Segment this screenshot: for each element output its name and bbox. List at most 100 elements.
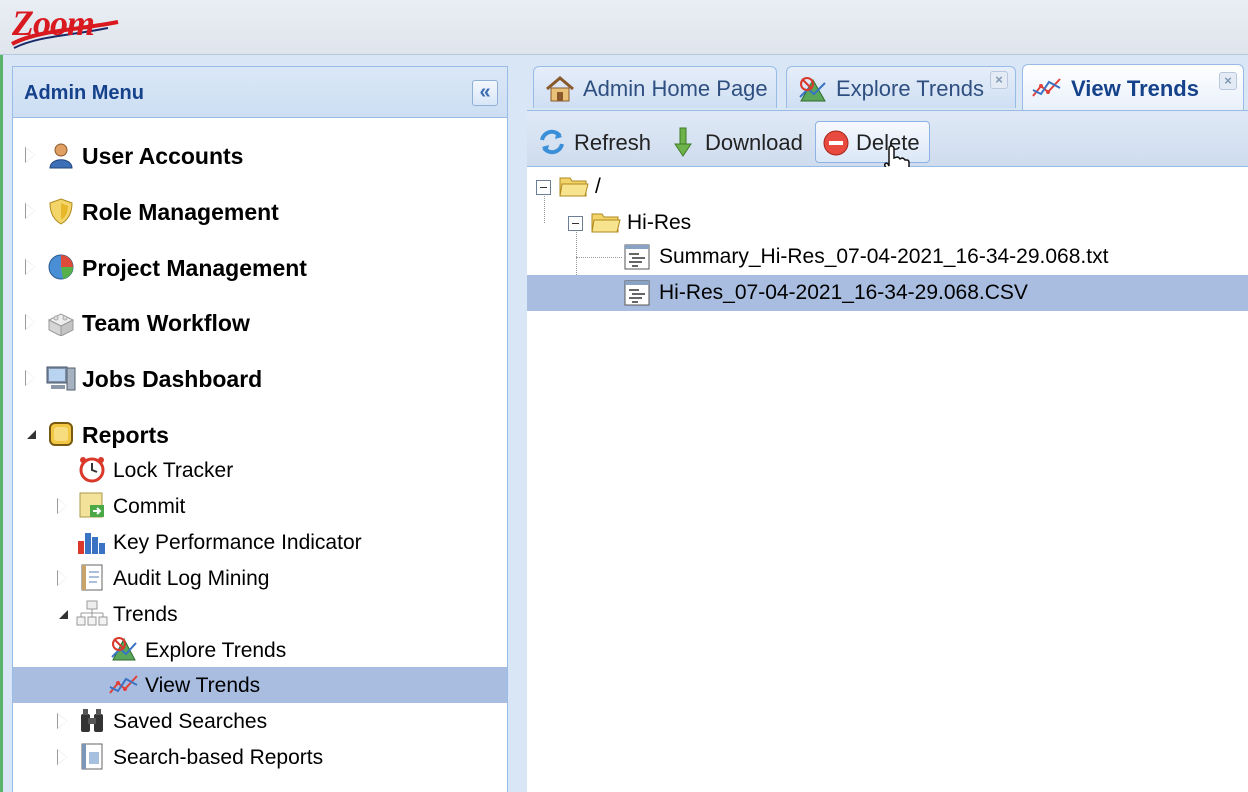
menu-item-user-accounts[interactable]: User Accounts xyxy=(13,137,507,173)
collapse-arrow-icon[interactable] xyxy=(25,428,37,440)
expand-arrow-icon[interactable] xyxy=(57,749,69,765)
expand-arrow-icon[interactable] xyxy=(25,259,37,275)
menu-item-label: Search-based Reports xyxy=(113,746,324,769)
admin-menu-panel: Admin Menu « User Accounts Role Manageme… xyxy=(12,66,508,792)
download-button[interactable]: Download xyxy=(667,121,809,163)
menu-item-label: Explore Trends xyxy=(145,639,287,662)
menu-item-saved-searches[interactable]: Saved Searches xyxy=(13,703,507,739)
app-header: Zoom xyxy=(0,0,1248,55)
folder-open-icon xyxy=(559,177,589,197)
pie-chart-icon xyxy=(48,254,74,280)
menu-item-label: Trends xyxy=(113,603,178,626)
menu-item-label: Key Performance Indicator xyxy=(113,531,362,554)
tab-admin-home-page[interactable]: Admin Home Page xyxy=(533,66,777,108)
tab-label: Admin Home Page xyxy=(583,76,768,101)
expand-arrow-icon[interactable] xyxy=(25,370,37,386)
app-logo[interactable]: Zoom xyxy=(8,0,128,54)
tree-node-label: Summary_Hi-Res_07-04-2021_16-34-29.068.t… xyxy=(659,245,1109,268)
menu-item-label: Project Management xyxy=(82,255,307,281)
admin-menu-title: Admin Menu xyxy=(24,82,144,104)
expand-arrow-icon[interactable] xyxy=(25,314,37,330)
collapse-arrow-icon[interactable] xyxy=(57,608,69,620)
menu-item-explore-trends[interactable]: Explore Trends xyxy=(13,632,507,668)
collapse-panel-button[interactable]: « xyxy=(472,80,498,106)
tree-node-file-selected[interactable]: Hi-Res_07-04-2021_16-34-29.068.CSV xyxy=(527,275,1248,311)
collapse-node-icon[interactable] xyxy=(536,180,551,195)
menu-item-label: Team Workflow xyxy=(82,310,250,336)
binoculars-icon xyxy=(81,709,103,732)
commit-icon xyxy=(79,492,104,518)
refresh-icon xyxy=(540,129,564,155)
expand-arrow-icon[interactable] xyxy=(25,203,37,219)
tree-node-label: / xyxy=(595,175,601,198)
menu-item-key-performance-indicator[interactable]: Key Performance Indicator xyxy=(13,524,507,560)
menu-item-label: View Trends xyxy=(145,674,261,697)
admin-menu-header: Admin Menu « xyxy=(13,67,507,118)
trends-icon xyxy=(76,600,108,626)
alarm-clock-icon xyxy=(79,457,105,483)
collapse-node-icon[interactable] xyxy=(568,216,583,231)
expand-arrow-icon[interactable] xyxy=(57,713,69,729)
menu-item-team-workflow[interactable]: Team Workflow xyxy=(13,304,507,340)
tree-node-file[interactable]: Summary_Hi-Res_07-04-2021_16-34-29.068.t… xyxy=(527,239,1248,275)
close-icon[interactable]: × xyxy=(990,71,1008,89)
menu-item-label: User Accounts xyxy=(82,143,244,169)
file-toolbar: Refresh Download Delete xyxy=(527,110,1248,179)
menu-item-label: Commit xyxy=(113,495,186,518)
menu-item-search-based-reports[interactable]: Search-based Reports xyxy=(13,739,507,775)
tree-node-root[interactable]: / xyxy=(527,169,1248,205)
menu-item-reports[interactable]: Reports xyxy=(13,416,507,452)
menu-item-jobs-dashboard[interactable]: Jobs Dashboard xyxy=(13,360,507,396)
tab-explore-trends[interactable]: Explore Trends × xyxy=(786,66,1016,108)
tab-strip: Admin Home Page Explore Trends × View Tr… xyxy=(527,62,1248,110)
menu-item-label: Jobs Dashboard xyxy=(82,366,263,392)
menu-item-label: Saved Searches xyxy=(113,710,268,733)
refresh-label: Refresh xyxy=(574,130,652,155)
folder-open-icon xyxy=(591,213,621,233)
double-chevron-left-icon: « xyxy=(479,81,491,103)
report-doc-icon xyxy=(81,743,103,770)
menu-item-label: Reports xyxy=(82,422,169,448)
home-icon xyxy=(546,76,574,102)
download-arrow-icon xyxy=(674,127,692,157)
notebook-icon xyxy=(81,564,103,591)
menu-item-trends[interactable]: Trends xyxy=(13,596,507,632)
text-file-icon xyxy=(624,244,650,270)
menu-item-audit-log-mining[interactable]: Audit Log Mining xyxy=(13,560,507,596)
tree-node-label: Hi-Res xyxy=(627,211,692,234)
explore-trends-icon xyxy=(111,637,137,661)
tab-view-trends[interactable]: View Trends × xyxy=(1022,64,1244,110)
menu-item-view-trends[interactable]: View Trends xyxy=(13,667,507,703)
download-label: Download xyxy=(705,130,803,155)
menu-item-label: Audit Log Mining xyxy=(113,567,270,590)
menu-item-commit[interactable]: Commit xyxy=(13,488,507,524)
left-edge-strip xyxy=(0,55,3,792)
menu-item-label: Role Management xyxy=(82,199,279,225)
blocks-icon xyxy=(47,313,75,336)
expand-arrow-icon[interactable] xyxy=(57,498,69,514)
view-trends-icon xyxy=(1032,78,1061,97)
view-trends-icon xyxy=(109,675,138,694)
logo-text: Zoom xyxy=(12,3,95,43)
explore-trends-icon xyxy=(799,77,826,102)
delete-icon xyxy=(823,130,849,156)
menu-item-lock-tracker[interactable]: Lock Tracker xyxy=(13,452,507,488)
computer-icon xyxy=(46,366,76,391)
user-icon xyxy=(49,143,73,169)
menu-item-role-management[interactable]: Role Management xyxy=(13,193,507,229)
tree-node-label: Hi-Res_07-04-2021_16-34-29.068.CSV xyxy=(659,281,1028,304)
text-file-icon xyxy=(624,280,650,306)
bar-chart-icon xyxy=(78,533,105,554)
refresh-button[interactable]: Refresh xyxy=(533,121,661,163)
tab-label: Explore Trends xyxy=(836,76,984,101)
menu-item-project-management[interactable]: Project Management xyxy=(13,249,507,285)
close-icon[interactable]: × xyxy=(1219,72,1237,90)
tree-node-hi-res-folder[interactable]: Hi-Res xyxy=(527,205,1248,241)
file-tree: / Hi-Res Summary_Hi-Res_07-04-2021_16-34… xyxy=(527,167,1248,792)
menu-item-label: Lock Tracker xyxy=(113,459,234,482)
expand-arrow-icon[interactable] xyxy=(57,570,69,586)
expand-arrow-icon[interactable] xyxy=(25,147,37,163)
delete-button[interactable]: Delete xyxy=(815,121,930,179)
tab-label: View Trends xyxy=(1071,76,1199,101)
reports-icon xyxy=(49,422,73,446)
